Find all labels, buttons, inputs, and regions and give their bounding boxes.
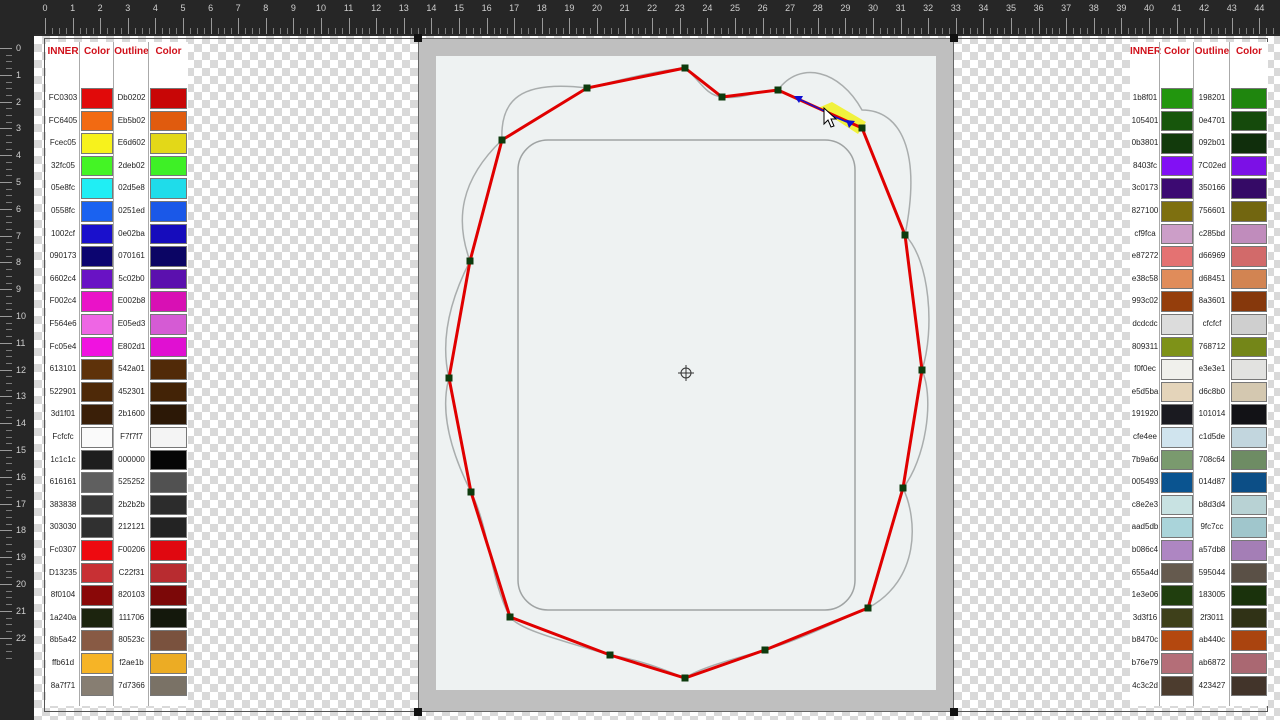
path-node[interactable] [774, 86, 782, 94]
path-node[interactable] [681, 64, 689, 72]
path-node[interactable] [445, 374, 453, 382]
path-node[interactable] [899, 484, 907, 492]
path-node[interactable] [864, 604, 872, 612]
path-node[interactable] [583, 84, 591, 92]
path-node[interactable] [918, 366, 926, 374]
path-node[interactable] [506, 613, 514, 621]
path-node[interactable] [858, 124, 866, 132]
design-overlay[interactable] [0, 0, 1280, 720]
path-node[interactable] [718, 93, 726, 101]
path-node[interactable] [467, 488, 475, 496]
path-node[interactable] [681, 674, 689, 682]
path-node[interactable] [606, 651, 614, 659]
path-node[interactable] [498, 136, 506, 144]
center-crosshair-icon [678, 365, 694, 381]
path-node[interactable] [466, 257, 474, 265]
path-node[interactable] [761, 646, 769, 654]
path-node[interactable] [901, 231, 909, 239]
